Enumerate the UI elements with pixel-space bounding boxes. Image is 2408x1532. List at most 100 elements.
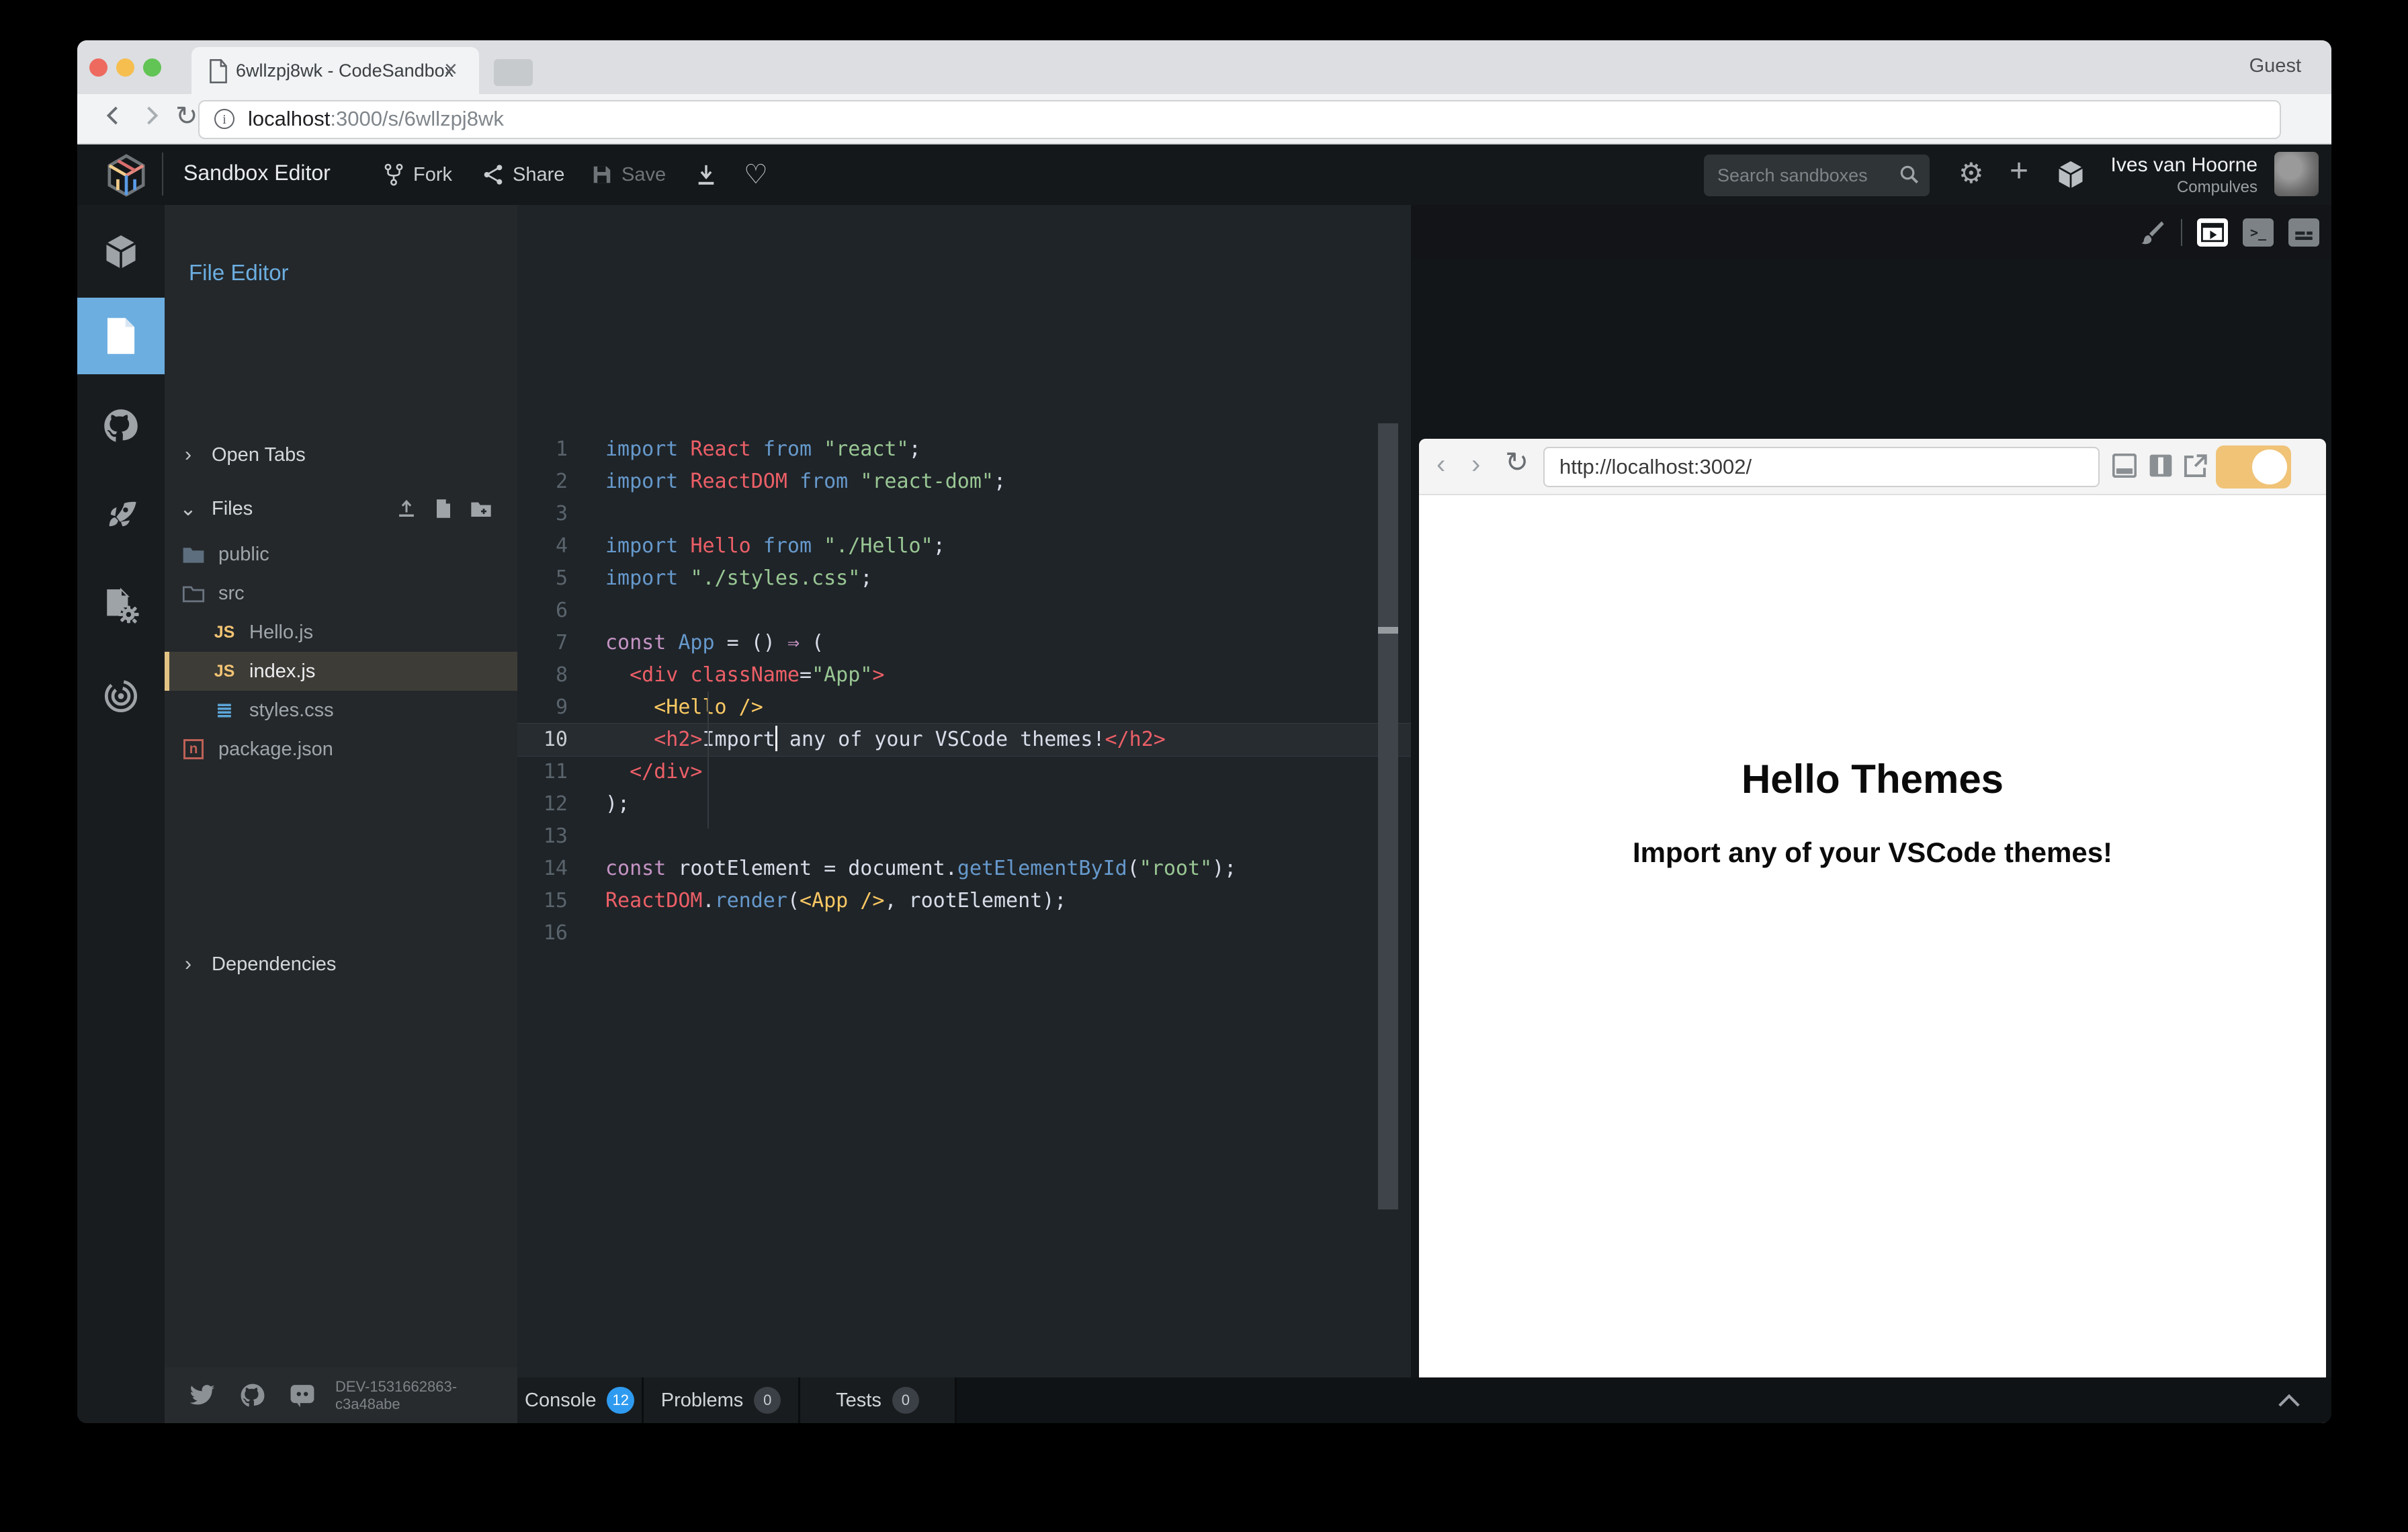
- search-icon[interactable]: [1899, 164, 1920, 185]
- app-header: Sandbox Editor Fork Share Save ♡ ⚙ + Ive…: [77, 144, 2331, 205]
- code-line-2[interactable]: 2import ReactDOM from "react-dom";: [517, 466, 1411, 498]
- github-icon[interactable]: [240, 1383, 265, 1408]
- file-editor-tab[interactable]: [77, 298, 165, 374]
- address-bar[interactable]: i localhost:3000/s/6wllzpj8wk: [198, 100, 2281, 139]
- toggle-knob: [2252, 450, 2287, 484]
- codesandbox-logo-icon[interactable]: [105, 153, 147, 198]
- side-panel-icon[interactable]: [2149, 454, 2173, 478]
- code-line-12[interactable]: 12);: [517, 788, 1411, 820]
- project-info-tab[interactable]: [77, 214, 165, 290]
- workspace-title: File Editor: [189, 260, 289, 286]
- avatar[interactable]: [2274, 152, 2319, 196]
- code-line-8[interactable]: 8 <div className="App">: [517, 659, 1411, 691]
- settings-gear-icon[interactable]: ⚙: [1959, 157, 1984, 189]
- fork-button[interactable]: Fork: [384, 144, 452, 205]
- tab-label: Console: [525, 1390, 596, 1412]
- search-input[interactable]: [1704, 155, 1892, 196]
- new-file-icon[interactable]: [434, 499, 453, 519]
- reload-icon[interactable]: ↻: [175, 101, 198, 132]
- chevron-down-icon: ⌄: [165, 497, 212, 521]
- new-folder-icon[interactable]: [470, 499, 492, 519]
- preview-heading: Hello Themes: [1419, 756, 2326, 802]
- close-tab-icon[interactable]: ×: [444, 56, 458, 83]
- code-line-14[interactable]: 14const rootElement = document.getElemen…: [517, 853, 1411, 885]
- code-line-6[interactable]: 6: [517, 595, 1411, 627]
- preview-forward-icon[interactable]: ›: [1471, 450, 1480, 480]
- code-line-1[interactable]: 1import React from "react";: [517, 433, 1411, 466]
- indent-guide: [707, 691, 709, 828]
- open-tabs-section[interactable]: › Open Tabs: [165, 435, 517, 474]
- close-window-button[interactable]: [89, 58, 108, 77]
- live-reload-toggle[interactable]: [2216, 445, 2291, 488]
- view-devtools-button[interactable]: [2288, 218, 2319, 247]
- statusbar-tab-tests[interactable]: Tests0: [800, 1377, 957, 1423]
- statusbar-tab-console[interactable]: Console12: [517, 1377, 644, 1423]
- page-info-icon[interactable]: i: [214, 109, 234, 129]
- upload-file-icon[interactable]: [396, 499, 417, 519]
- editor-scrollbar-thumb[interactable]: [1378, 627, 1398, 634]
- twitter-icon[interactable]: [189, 1384, 216, 1408]
- editor-scrollbar[interactable]: [1378, 423, 1398, 1209]
- code-line-4[interactable]: 4import Hello from "./Hello";: [517, 530, 1411, 562]
- profile-label[interactable]: Guest: [2180, 55, 2301, 77]
- prettify-brush-icon[interactable]: [2139, 219, 2166, 246]
- build-id: DEV-1531662863-c3a48abe: [335, 1378, 517, 1413]
- file-item-public[interactable]: public: [165, 535, 517, 574]
- new-tab-button[interactable]: [494, 59, 533, 86]
- browser-window: 6wllzpj8wk - CodeSandbox × Guest ↻ i loc…: [77, 40, 2331, 1423]
- browser-tab[interactable]: 6wllzpj8wk - CodeSandbox ×: [191, 47, 479, 94]
- tab-label: Problems: [661, 1390, 744, 1412]
- statusbar-tab-problems[interactable]: Problems0: [644, 1377, 800, 1423]
- zoom-window-button[interactable]: [143, 58, 161, 77]
- file-item-Hello.js[interactable]: JSHello.js: [165, 613, 517, 652]
- save-button[interactable]: Save: [592, 144, 666, 205]
- chevron-up-icon[interactable]: [2276, 1390, 2302, 1411]
- code-line-11[interactable]: 11 </div>: [517, 756, 1411, 788]
- code-line-13[interactable]: 13: [517, 820, 1411, 853]
- download-button[interactable]: [695, 144, 717, 205]
- dependencies-section[interactable]: › Dependencies: [165, 945, 517, 984]
- like-button[interactable]: ♡: [744, 144, 768, 205]
- preview-subheading: Import any of your VSCode themes!: [1419, 837, 2326, 869]
- deploy-tab[interactable]: [77, 478, 165, 554]
- github-tab[interactable]: [77, 388, 165, 464]
- code-line-7[interactable]: 7const App = () ⇒ (: [517, 627, 1411, 659]
- back-icon[interactable]: [101, 103, 126, 128]
- file-item-styles.css[interactable]: ≣styles.css: [165, 691, 517, 730]
- code-line-9[interactable]: 9 <Hello />: [517, 691, 1411, 724]
- preview-address-input[interactable]: [1543, 447, 2100, 487]
- line-number: 10: [517, 724, 568, 756]
- preview-refresh-icon[interactable]: ↻: [1505, 445, 1529, 478]
- user-name[interactable]: Ives van Hoorne: [1985, 154, 2258, 177]
- browser-toolbar: ↻ i localhost:3000/s/6wllzpj8wk ⋮: [77, 94, 2331, 144]
- file-item-src[interactable]: src: [165, 574, 517, 613]
- live-tab[interactable]: [77, 658, 165, 734]
- forward-icon[interactable]: [139, 103, 163, 128]
- preview-back-icon[interactable]: ‹: [1436, 450, 1445, 480]
- files-section[interactable]: ⌄ Files: [165, 489, 517, 528]
- file-name: Hello.js: [249, 622, 313, 644]
- discord-icon[interactable]: [290, 1383, 315, 1408]
- view-preview-button[interactable]: [2197, 218, 2228, 247]
- line-number: 9: [517, 691, 568, 724]
- save-icon: [592, 165, 612, 185]
- open-external-icon[interactable]: [2184, 454, 2208, 478]
- bottom-panel-icon[interactable]: [2112, 454, 2137, 478]
- code-line-16[interactable]: 16: [517, 917, 1411, 949]
- share-button[interactable]: Share: [483, 144, 564, 205]
- config-files-tab[interactable]: [77, 568, 165, 644]
- minimize-window-button[interactable]: [116, 58, 134, 77]
- code-line-15[interactable]: 15ReactDOM.render(<App />, rootElement);: [517, 885, 1411, 917]
- file-item-package.json[interactable]: npackage.json: [165, 730, 517, 769]
- line-number: 8: [517, 659, 568, 691]
- code-line-10[interactable]: 10 <h2>Import any of your VSCode themes!…: [517, 724, 1411, 756]
- line-number: 13: [517, 820, 568, 853]
- line-number: 15: [517, 885, 568, 917]
- view-terminal-button[interactable]: >_: [2243, 218, 2274, 247]
- line-number: 7: [517, 627, 568, 659]
- chevron-right-icon: ›: [165, 443, 212, 466]
- file-item-index.js[interactable]: JSindex.js: [165, 652, 517, 691]
- code-line-3[interactable]: 3: [517, 498, 1411, 530]
- code-line-5[interactable]: 5import "./styles.css";: [517, 562, 1411, 595]
- search-box: [1704, 155, 1930, 196]
